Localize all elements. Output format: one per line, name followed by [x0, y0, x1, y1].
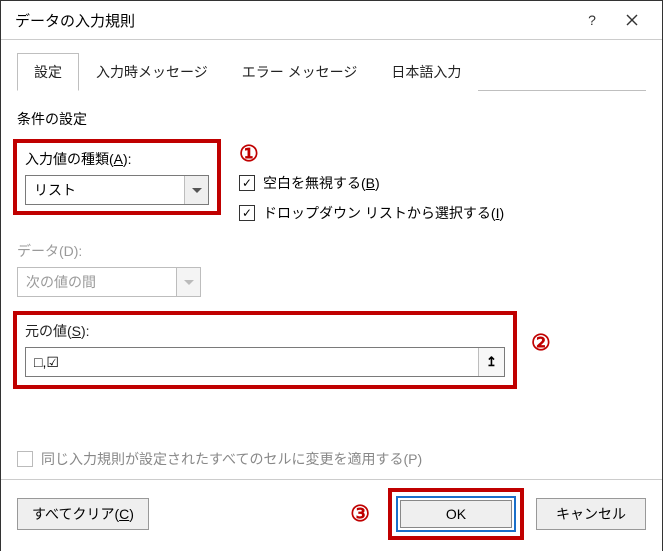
- allow-value: リスト: [26, 180, 184, 200]
- range-picker-button[interactable]: ↥: [478, 348, 504, 376]
- allow-options: ① ✓ 空白を無視する(B) ✓ ドロップダウン リストから選択する(I): [239, 139, 504, 233]
- annotation-2: ②: [531, 330, 551, 356]
- data-block: データ(D): 次の値の間: [17, 241, 646, 297]
- tab-input-message[interactable]: 入力時メッセージ: [79, 53, 225, 91]
- allow-accel: A: [114, 151, 123, 167]
- allow-select[interactable]: リスト: [25, 175, 209, 205]
- dialog-window: データの入力規則 ? 設定 入力時メッセージ エラー メッセージ 日本語入力 条…: [0, 0, 663, 551]
- tab-error-message[interactable]: エラー メッセージ: [225, 53, 375, 91]
- source-input[interactable]: [26, 348, 478, 376]
- ignore-blank-label: 空白を無視する(B): [263, 173, 380, 193]
- propagate-label: 同じ入力規則が設定されたすべてのセルに変更を適用する(P): [41, 449, 422, 469]
- tab-settings[interactable]: 設定: [17, 53, 79, 91]
- allow-label: 入力値の種類(A):: [25, 149, 209, 169]
- dropdown-list-row: ✓ ドロップダウン リストから選択する(I): [239, 203, 504, 223]
- dialog-title: データの入力規則: [15, 10, 572, 31]
- dialog-footer: すべてクリア(C) ③ OK キャンセル: [1, 479, 662, 552]
- source-input-wrap: ↥: [25, 347, 505, 377]
- highlight-ok: OK: [388, 488, 524, 540]
- cancel-button[interactable]: キャンセル: [536, 498, 646, 530]
- data-select: 次の値の間: [17, 267, 201, 297]
- ignore-blank-row: ✓ 空白を無視する(B): [239, 173, 504, 193]
- clear-all-button[interactable]: すべてクリア(C): [17, 498, 149, 530]
- highlight-allow: 入力値の種類(A): リスト: [13, 139, 221, 215]
- help-button[interactable]: ?: [572, 1, 612, 39]
- range-picker-icon: ↥: [486, 354, 497, 370]
- data-dropdown-button: [176, 268, 200, 296]
- highlight-source: 元の値(S): ↥: [13, 311, 517, 389]
- data-label: データ(D):: [17, 241, 646, 261]
- source-label: 元の値(S):: [25, 321, 505, 341]
- annotation-3: ③: [350, 501, 370, 527]
- dialog-body: 設定 入力時メッセージ エラー メッセージ 日本語入力 条件の設定 入力値の種類…: [1, 40, 662, 479]
- allow-label-post: ):: [123, 151, 132, 167]
- allow-dropdown-button[interactable]: [184, 176, 208, 204]
- propagate-checkbox: [17, 451, 33, 467]
- close-icon: [626, 14, 638, 26]
- chevron-down-icon: [184, 280, 194, 285]
- ignore-blank-checkbox[interactable]: ✓: [239, 175, 255, 191]
- close-button[interactable]: [612, 1, 652, 39]
- ok-focus-ring: OK: [396, 496, 516, 532]
- propagate-row: 同じ入力規則が設定されたすべてのセルに変更を適用する(P): [17, 449, 646, 469]
- annotation-1: ①: [239, 141, 504, 167]
- tab-ime[interactable]: 日本語入力: [374, 53, 478, 91]
- allow-label-pre: 入力値の種類(: [25, 151, 114, 167]
- titlebar: データの入力規則 ?: [1, 1, 662, 40]
- dropdown-label: ドロップダウン リストから選択する(I): [263, 203, 504, 223]
- ok-button[interactable]: OK: [400, 500, 512, 528]
- chevron-down-icon: [192, 188, 202, 193]
- criteria-label: 条件の設定: [17, 109, 646, 129]
- data-value: 次の値の間: [18, 272, 176, 292]
- tab-strip: 設定 入力時メッセージ エラー メッセージ 日本語入力: [17, 52, 646, 91]
- dropdown-checkbox[interactable]: ✓: [239, 205, 255, 221]
